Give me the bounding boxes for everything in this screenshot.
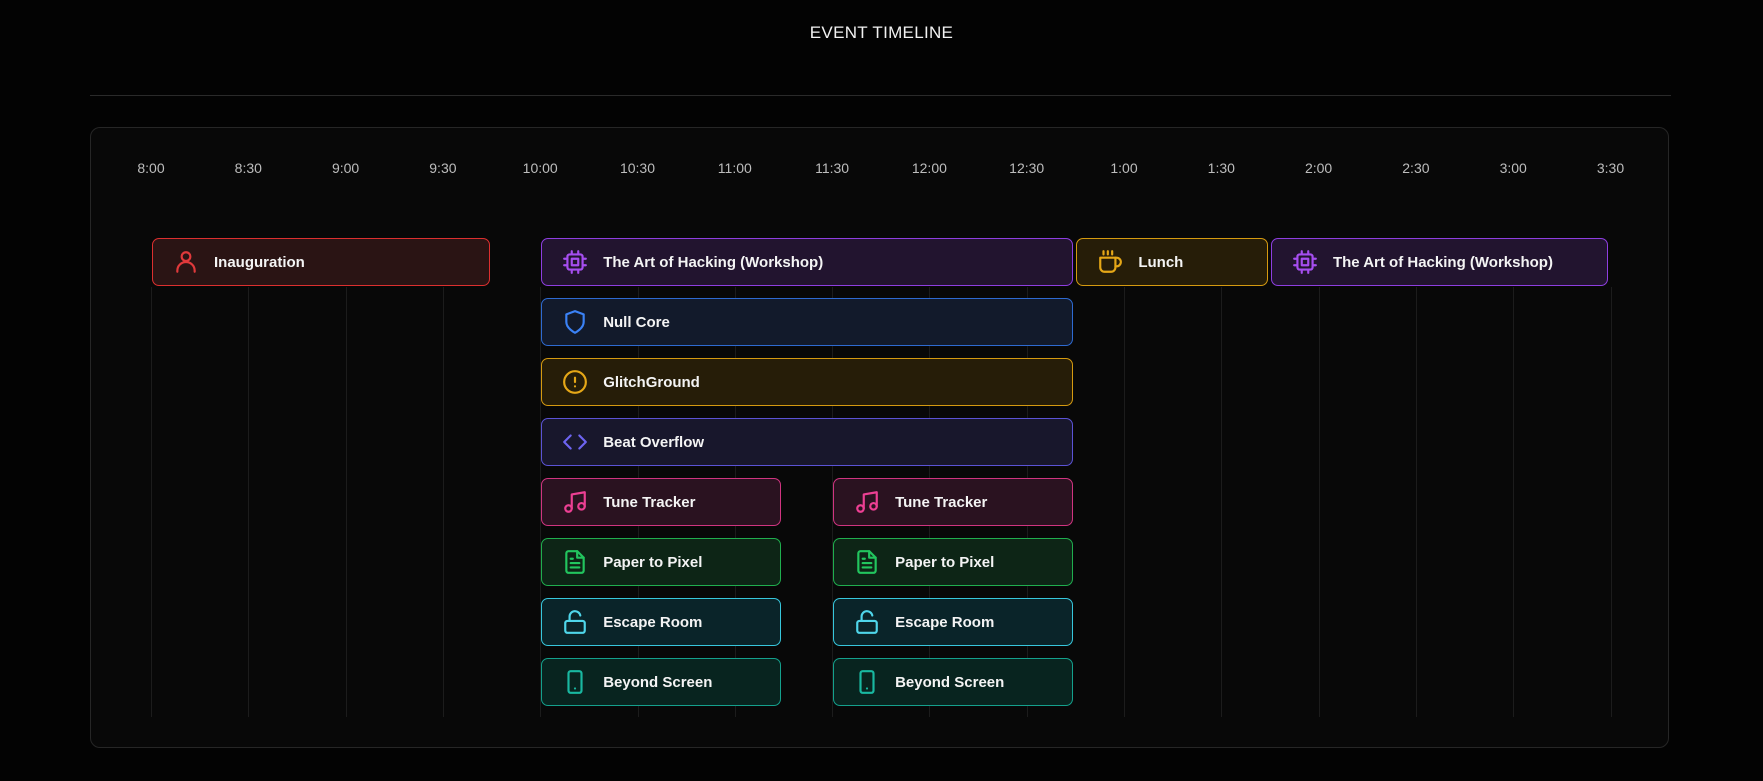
grid-line: [248, 287, 250, 717]
time-label: 9:30: [429, 160, 457, 176]
time-label: 1:30: [1207, 160, 1235, 176]
file-text-icon: [562, 549, 588, 575]
coffee-icon: [1097, 249, 1123, 275]
time-label: 2:30: [1402, 160, 1430, 176]
event-label: The Art of Hacking (Workshop): [1332, 253, 1553, 271]
music-icon: [854, 489, 880, 515]
time-label: 10:00: [522, 160, 558, 176]
grid-line: [345, 287, 347, 717]
grid-line: [1513, 287, 1515, 717]
event-block[interactable]: Beat Overflow: [541, 418, 1074, 466]
event-block[interactable]: Escape Room: [833, 598, 1074, 646]
event-block[interactable]: GlitchGround: [541, 358, 1074, 406]
code-icon: [562, 429, 588, 455]
event-block[interactable]: Paper to Pixel: [833, 538, 1074, 586]
time-label: 3:30: [1596, 160, 1625, 176]
shield-icon: [562, 309, 588, 335]
event-label: Tune Tracker: [603, 493, 696, 511]
time-label: 10:30: [619, 160, 656, 176]
unlock-icon: [854, 609, 880, 635]
time-label: 8:00: [137, 160, 165, 176]
grid-line: [1221, 287, 1223, 717]
event-block[interactable]: The Art of Hacking (Workshop): [1270, 238, 1609, 286]
event-block[interactable]: Paper to Pixel: [541, 538, 782, 586]
user-icon: [173, 249, 199, 275]
alert-circle-icon: [562, 369, 588, 395]
music-icon: [562, 489, 588, 515]
event-label: Paper to Pixel: [895, 553, 995, 571]
event-label: The Art of Hacking (Workshop): [603, 253, 824, 271]
event-block[interactable]: Beyond Screen: [541, 658, 782, 706]
event-block[interactable]: Tune Tracker: [541, 478, 782, 526]
event-label: Tune Tracker: [895, 493, 988, 511]
time-label: 12:30: [1009, 160, 1045, 176]
event-block[interactable]: Lunch: [1076, 238, 1268, 286]
time-label: 12:00: [911, 160, 947, 176]
event-label: Beyond Screen: [895, 673, 1005, 691]
time-label: 2:00: [1304, 160, 1333, 176]
event-label: Escape Room: [895, 613, 995, 631]
event-label: GlitchGround: [603, 373, 700, 391]
event-label: Beat Overflow: [603, 433, 705, 451]
time-label: 11:00: [717, 160, 752, 176]
grid-line: [1415, 287, 1417, 717]
page-title: EVENT TIMELINE: [809, 23, 954, 42]
event-label: Null Core: [603, 313, 670, 331]
header-divider: [90, 95, 1671, 96]
grid-line: [442, 287, 444, 717]
unlock-icon: [562, 609, 588, 635]
time-label: 11:30: [815, 160, 850, 176]
event-label: Paper to Pixel: [603, 553, 703, 571]
cpu-icon: [1292, 249, 1318, 275]
cpu-icon: [562, 249, 588, 275]
smartphone-icon: [854, 669, 880, 695]
event-label: Inauguration: [214, 253, 305, 271]
time-label: 9:00: [331, 160, 360, 176]
event-block[interactable]: Beyond Screen: [833, 658, 1074, 706]
time-label: 1:00: [1110, 160, 1138, 176]
event-block[interactable]: Escape Room: [541, 598, 782, 646]
file-text-icon: [854, 549, 880, 575]
event-label: Lunch: [1138, 253, 1184, 271]
event-label: Escape Room: [603, 613, 703, 631]
event-label: Beyond Screen: [603, 673, 713, 691]
event-block[interactable]: Null Core: [541, 298, 1074, 346]
event-block[interactable]: Inauguration: [152, 238, 490, 286]
smartphone-icon: [562, 669, 588, 695]
grid-line: [1124, 287, 1125, 717]
grid-line: [1318, 287, 1320, 717]
event-block[interactable]: The Art of Hacking (Workshop): [541, 238, 1074, 286]
time-label: 8:30: [234, 160, 262, 176]
grid-line: [151, 287, 152, 717]
time-label: 3:00: [1499, 160, 1527, 176]
grid-line: [1610, 287, 1612, 717]
event-block[interactable]: Tune Tracker: [833, 478, 1074, 526]
